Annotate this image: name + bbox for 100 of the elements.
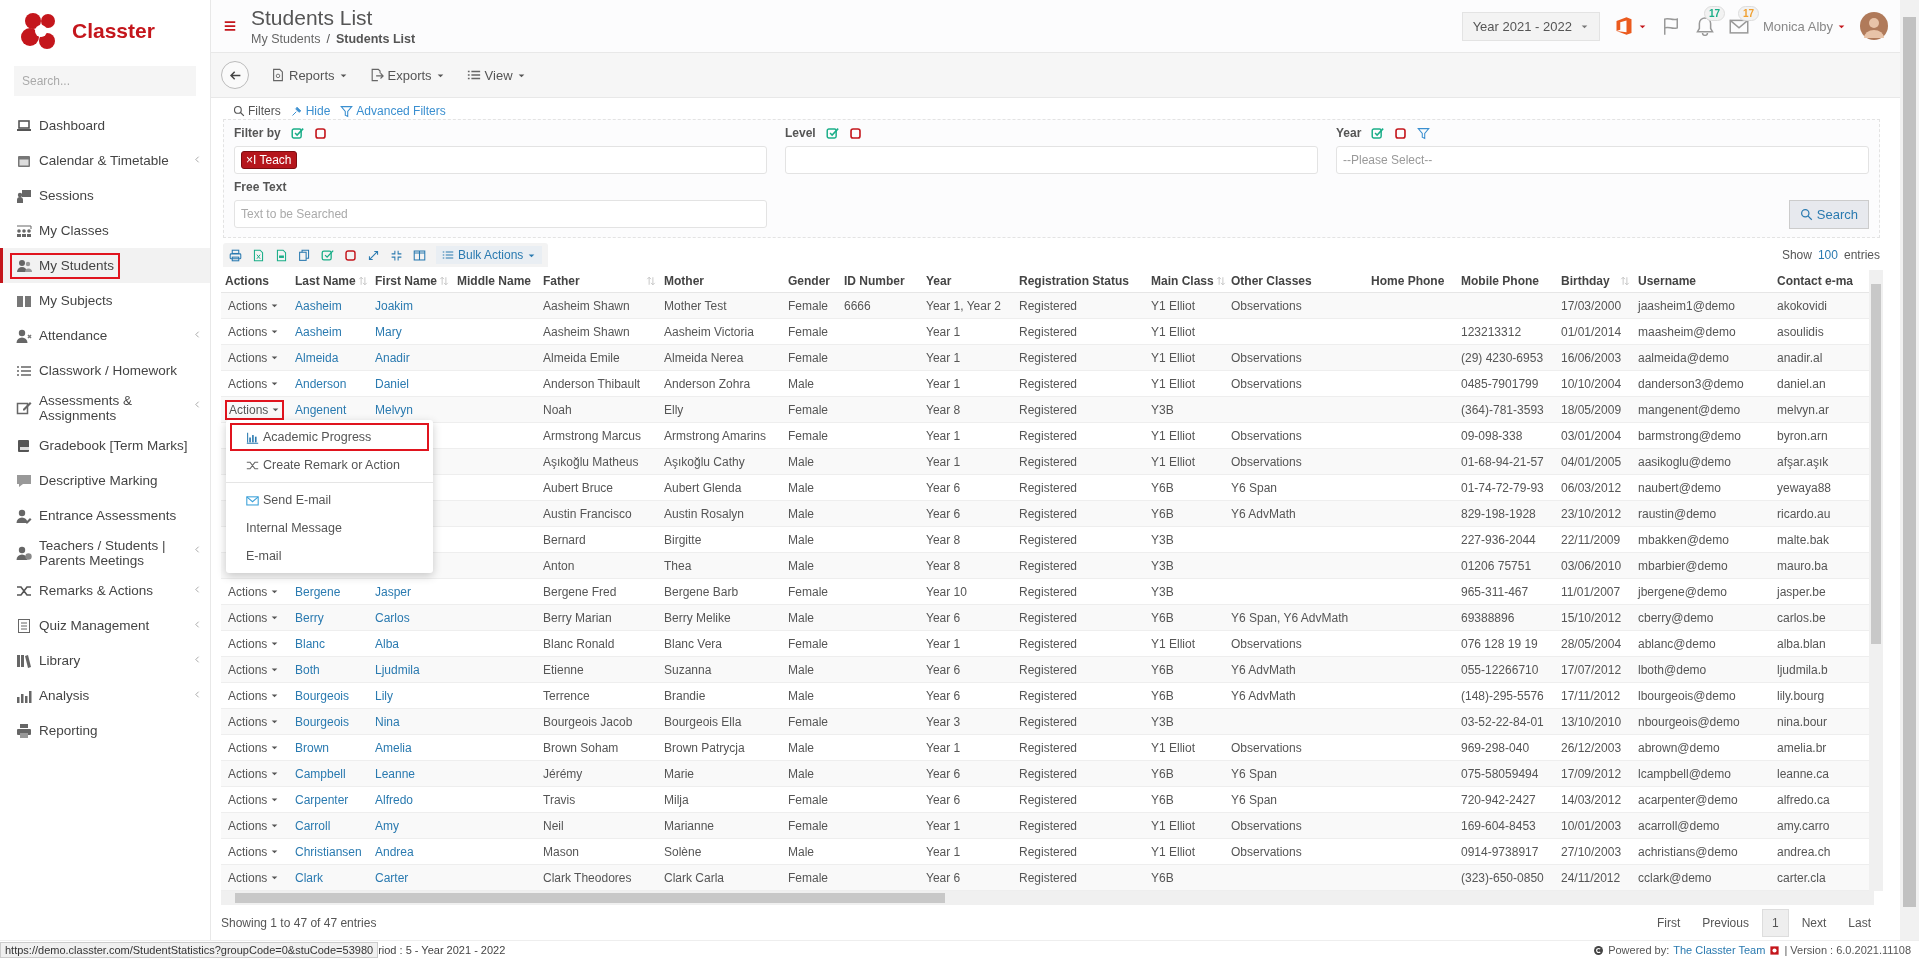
document-icon[interactable] xyxy=(275,248,288,262)
compress-icon[interactable] xyxy=(390,248,403,262)
pagination-button[interactable]: 1 xyxy=(1761,909,1789,937)
sidebar-item[interactable]: Teachers / Students | Parents Meetings xyxy=(0,533,210,573)
check-square-icon[interactable] xyxy=(825,126,839,140)
pagination-button[interactable]: Previous xyxy=(1693,909,1758,937)
column-header[interactable]: Birthday xyxy=(1561,274,1630,288)
column-header[interactable]: Registration Status xyxy=(1019,274,1143,288)
name-link[interactable]: Blanc xyxy=(295,636,326,651)
page-scrollbar[interactable] xyxy=(1900,0,1919,940)
sort-icon[interactable] xyxy=(646,276,656,286)
menu-item[interactable]: Send E-mail xyxy=(230,486,429,514)
column-header[interactable]: Father xyxy=(543,274,656,288)
actions-button[interactable]: Actions xyxy=(225,738,283,757)
column-header[interactable]: First Name xyxy=(375,274,449,288)
name-link[interactable]: Daniel xyxy=(375,376,410,391)
sidebar-item[interactable]: Dashboard xyxy=(0,108,210,143)
filter-tag[interactable]: ×I Teach xyxy=(241,151,297,169)
column-header[interactable]: Contact e-ma xyxy=(1777,274,1865,288)
sidebar-item[interactable]: Entrance Assessments xyxy=(0,498,210,533)
toolbar-menu[interactable]: Exports xyxy=(369,67,445,83)
name-link[interactable]: Brown xyxy=(295,740,329,755)
column-header[interactable]: Middle Name xyxy=(457,274,535,288)
name-link[interactable]: Andrea xyxy=(375,844,414,859)
name-link[interactable]: Aasheim xyxy=(295,324,342,339)
pagination-button[interactable]: First xyxy=(1647,909,1690,937)
actions-button[interactable]: Actions xyxy=(225,790,283,809)
name-link[interactable]: Anderson xyxy=(295,376,347,391)
actions-button[interactable]: Actions xyxy=(225,686,283,705)
funnel-icon[interactable] xyxy=(340,104,354,118)
column-header[interactable]: Year xyxy=(926,274,1011,288)
square-icon[interactable] xyxy=(313,126,327,140)
team-link[interactable]: The Classter Team xyxy=(1673,944,1766,956)
sidebar-item[interactable]: Gradebook [Term Marks] xyxy=(0,428,210,463)
horizontal-scrollbar[interactable] xyxy=(221,891,1874,905)
menu-icon[interactable] xyxy=(223,19,237,33)
column-header[interactable]: Mobile Phone xyxy=(1461,274,1553,288)
name-link[interactable]: Lily xyxy=(375,688,393,703)
name-link[interactable]: Nina xyxy=(375,714,400,729)
name-link[interactable]: Alba xyxy=(375,636,400,651)
free-text-field[interactable]: Text to be Searched xyxy=(234,200,767,228)
actions-button[interactable]: Actions xyxy=(225,322,283,341)
sort-icon[interactable] xyxy=(1620,276,1630,286)
sidebar-item[interactable]: My Students xyxy=(0,248,210,283)
column-header[interactable]: Other Classes xyxy=(1231,274,1363,288)
actions-button[interactable]: Actions xyxy=(225,634,283,653)
funnel-icon[interactable] xyxy=(1417,126,1431,140)
check-square-icon[interactable] xyxy=(1371,126,1385,140)
hide-link[interactable]: Hide xyxy=(290,104,331,118)
avatar-icon[interactable] xyxy=(1860,12,1888,40)
search-field[interactable]: Search... xyxy=(14,66,196,96)
sort-icon[interactable] xyxy=(357,276,368,286)
filter-by-field[interactable]: ×I Teach xyxy=(234,146,767,174)
sidebar-item[interactable]: Calendar & Timetable xyxy=(0,143,210,178)
back-button[interactable] xyxy=(221,61,249,89)
column-header[interactable]: Home Phone xyxy=(1371,274,1453,288)
sort-icon[interactable] xyxy=(439,276,450,286)
printer-icon[interactable] xyxy=(229,248,242,262)
square-icon[interactable] xyxy=(344,248,357,262)
column-header[interactable]: Username xyxy=(1638,274,1769,288)
column-header[interactable]: Gender xyxy=(788,274,836,288)
sidebar-item[interactable]: Remarks & Actions xyxy=(0,573,210,608)
toolbar-menu[interactable]: Reports xyxy=(271,67,348,83)
square-icon[interactable] xyxy=(1394,126,1408,140)
sidebar-item[interactable]: Reporting xyxy=(0,713,210,748)
name-link[interactable]: Both xyxy=(295,662,320,677)
actions-button[interactable]: Actions xyxy=(225,582,283,601)
sidebar-item[interactable]: Classwork / Homework xyxy=(0,353,210,388)
check-square-icon[interactable] xyxy=(321,248,334,262)
year-dropdown[interactable]: Year 2021 - 2022 xyxy=(1461,11,1600,41)
column-header[interactable]: Mother xyxy=(664,274,780,288)
actions-button[interactable]: Actions xyxy=(225,842,283,861)
spreadsheet-icon[interactable] xyxy=(252,248,265,262)
name-link[interactable]: Bergene xyxy=(295,584,341,599)
name-link[interactable]: Bourgeois xyxy=(295,688,350,703)
sidebar-item[interactable]: Attendance xyxy=(0,318,210,353)
column-header[interactable]: Main Class xyxy=(1151,274,1223,288)
page-size-select[interactable]: 100 xyxy=(1817,248,1838,262)
pagination-button[interactable]: Last xyxy=(1839,909,1880,937)
name-link[interactable]: Christiansen xyxy=(295,844,362,859)
sidebar-item[interactable]: Sessions xyxy=(0,178,210,213)
copy-icon[interactable] xyxy=(298,248,311,262)
name-link[interactable]: Alfredo xyxy=(375,792,414,807)
bell-icon[interactable] xyxy=(1694,16,1715,36)
advanced-filters-link[interactable]: Advanced Filters xyxy=(340,104,446,118)
sidebar-item[interactable]: My Subjects xyxy=(0,283,210,318)
sidebar-item[interactable]: Quiz Management xyxy=(0,608,210,643)
vertical-scrollbar[interactable] xyxy=(1869,270,1883,891)
sort-icon[interactable] xyxy=(1215,276,1226,286)
menu-item[interactable]: Academic Progress xyxy=(230,423,429,451)
name-link[interactable]: Jasper xyxy=(375,584,412,599)
user-menu[interactable]: Monica Alby xyxy=(1762,18,1846,34)
sidebar-item[interactable]: Assessments & Assignments xyxy=(0,388,210,428)
sidebar-item[interactable]: Descriptive Marking xyxy=(0,463,210,498)
sidebar-item[interactable]: My Classes xyxy=(0,213,210,248)
actions-button[interactable]: Actions xyxy=(225,399,285,420)
column-header[interactable]: ID Number xyxy=(844,274,918,288)
columns-icon[interactable] xyxy=(413,248,426,262)
name-link[interactable]: Amy xyxy=(375,818,399,833)
breadcrumb-link[interactable]: My Students xyxy=(251,32,321,46)
